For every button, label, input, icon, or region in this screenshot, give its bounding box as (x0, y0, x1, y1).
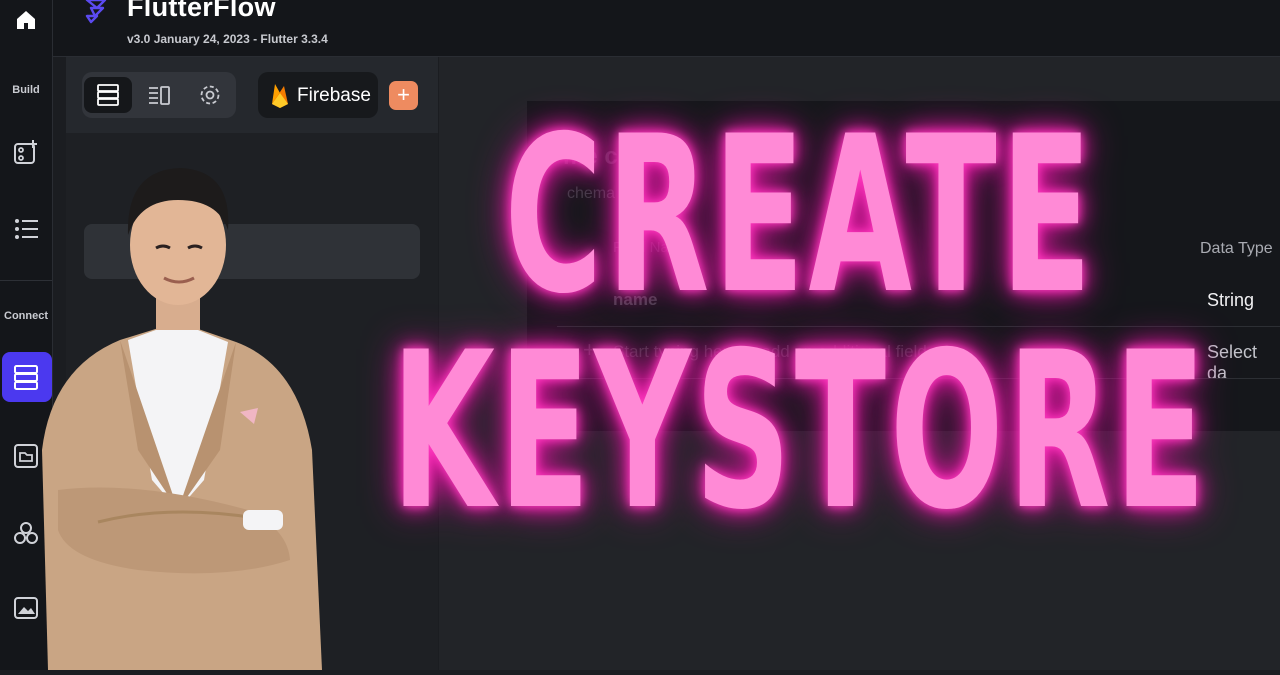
home-icon[interactable] (14, 8, 38, 32)
flutterflow-logo-icon (83, 0, 113, 26)
firebase-icon (272, 84, 288, 108)
headline-keystore: KEYSTORE (391, 306, 1210, 557)
app-title: FlutterFlow (127, 0, 276, 22)
presenter-photo (28, 150, 328, 670)
settings-button[interactable] (186, 77, 234, 113)
build-section-label: Build (12, 84, 40, 96)
database-icon (97, 84, 119, 106)
app-header: FlutterFlow v3.0 January 24, 2023 - Flut… (53, 0, 1280, 57)
app-version: v3.0 January 24, 2023 - Flutter 3.3.4 (127, 32, 328, 46)
schema-view-button[interactable] (135, 77, 183, 113)
add-collection-button[interactable]: + (389, 81, 418, 110)
panel-toolbar: Firebase + (66, 57, 438, 133)
firebase-button[interactable]: Firebase (258, 72, 378, 118)
data-type-header: Data Type (1200, 240, 1273, 257)
headline-create: CREATE (504, 90, 1096, 341)
collections-view-button[interactable] (84, 77, 132, 113)
view-switcher (82, 72, 236, 118)
field-type-cell[interactable]: String (1207, 290, 1254, 311)
columns-icon (149, 86, 170, 105)
gear-icon (200, 85, 220, 105)
firebase-label: Firebase (297, 85, 371, 106)
